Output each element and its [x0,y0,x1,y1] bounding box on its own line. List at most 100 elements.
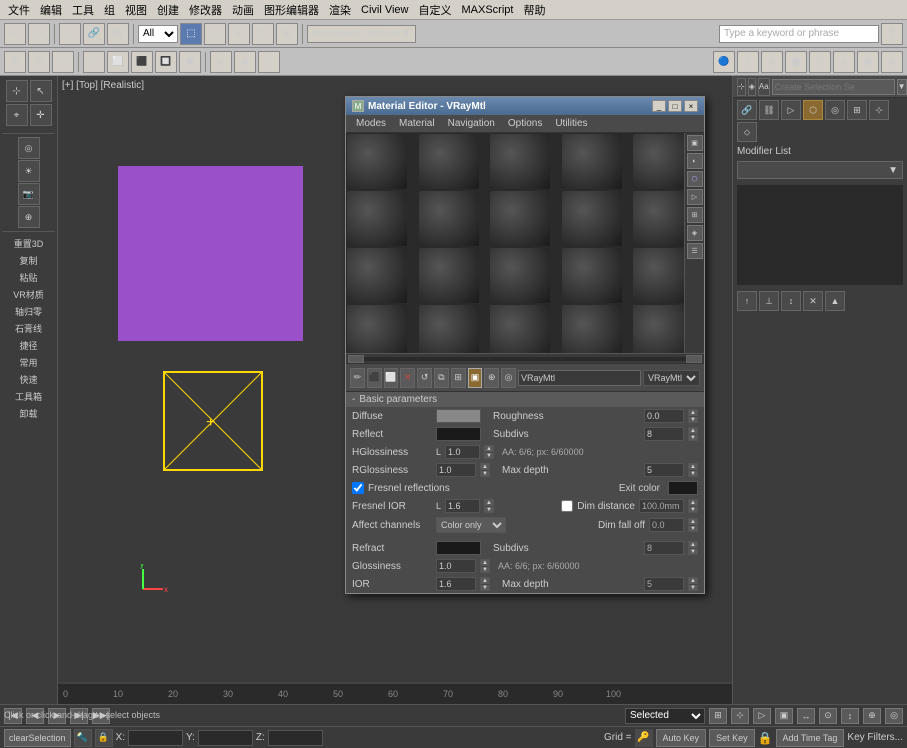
rp-pin[interactable]: ⊥ [759,291,779,311]
nav-btn7[interactable]: ↕ [841,708,859,724]
toolbar-btn-region[interactable]: ▭ [204,23,226,45]
sidebar-item-vr[interactable]: VR材质 [3,286,55,302]
tb2-btn8[interactable]: ⬟ [179,51,201,73]
menu-views[interactable]: 视图 [121,2,151,18]
mat-sphere-14[interactable] [562,248,622,303]
roughness-input[interactable] [644,409,684,423]
tb2-btn10[interactable]: ◈ [234,51,256,73]
menu-maxscript[interactable]: MAXScript [457,4,517,16]
max-depth-spinner[interactable]: ▲ ▼ [688,463,698,477]
nav-btn6[interactable]: ⊙ [819,708,837,724]
toolbar-help[interactable]: ? [881,23,903,45]
rp-configure[interactable]: ▲ [825,291,845,311]
rglossiness-spinner[interactable]: ▲ ▼ [480,463,490,477]
rp-move-up[interactable]: ↑ [737,291,757,311]
dt-btn-eyedrop[interactable]: ✏ [350,368,365,388]
x-input[interactable] [128,730,183,746]
tb2-btn2[interactable]: ◎ [28,51,50,73]
rp-btn-unlink[interactable]: ⛓ [759,100,779,120]
dialog-menu-modes[interactable]: Modes [350,116,392,132]
dt-btn-misc1[interactable]: ⊕ [484,368,499,388]
dim-distance-checkbox[interactable] [561,500,573,512]
sidebar-item-fast[interactable]: 快速 [3,371,55,387]
tb2-render-btn1[interactable]: 🔵 [713,51,735,73]
nav-btn2[interactable]: ⊹ [731,708,749,724]
exit-color-swatch[interactable] [668,481,698,495]
tb2-btn3[interactable]: ⬡ [52,51,74,73]
mat-sphere-19[interactable] [562,305,622,353]
rglossiness-input[interactable] [436,463,476,477]
glossiness2-input[interactable] [436,559,476,573]
mat-btn-env[interactable]: ⬡ [687,171,703,187]
mat-btn-more2[interactable]: ☰ [687,243,703,259]
max-depth-input[interactable] [644,463,684,477]
sidebar-item-shortcut[interactable]: 捷径 [3,337,55,353]
rp-btn-render[interactable]: ▷ [781,100,801,120]
mat-sphere-17[interactable] [419,305,479,353]
menu-group[interactable]: 组 [100,2,119,18]
mat-sphere-1[interactable] [347,134,407,189]
mat-sphere-13[interactable] [490,248,550,303]
tb2-btn6[interactable]: ⬛ [131,51,153,73]
rp-btn-select[interactable]: ◎ [825,100,845,120]
sidebar-btn-select[interactable]: ⊹ [6,80,28,102]
ior-spinner[interactable]: ▲ ▼ [480,577,490,591]
toolbar-btn-undo[interactable]: ↩ [4,23,26,45]
fresnel-ior-spinner[interactable]: ▲ ▼ [484,499,494,513]
rp-icon2[interactable]: ◈ [748,78,756,96]
nav-btn9[interactable]: ◎ [885,708,903,724]
dialog-close-btn[interactable]: × [684,100,698,112]
menu-edit[interactable]: 编辑 [36,2,66,18]
mat-sphere-8[interactable] [490,191,550,246]
y-input[interactable] [198,730,253,746]
tb2-render-btn3[interactable]: ⊙ [761,51,783,73]
max-depth2-input[interactable] [644,577,684,591]
ior-input[interactable] [436,577,476,591]
fresnel-ior-input[interactable] [445,499,480,513]
tb2-btn4[interactable]: ▷ [83,51,105,73]
toolbar-btn-rotate[interactable]: ↻ [252,23,274,45]
dialog-menu-options[interactable]: Options [502,116,548,132]
toolbar-btn-link[interactable]: 🔗 [83,23,105,45]
tb2-btn1[interactable]: ⊕ [4,51,26,73]
diffuse-swatch[interactable] [436,409,481,423]
menu-render[interactable]: 渲染 [325,2,355,18]
dialog-menu-utilities[interactable]: Utilities [549,116,593,132]
menu-file[interactable]: 文件 [4,2,34,18]
nav-btn4[interactable]: ▣ [775,708,793,724]
tb2-btn7[interactable]: 🔲 [155,51,177,73]
mat-sphere-12[interactable] [419,248,479,303]
rp-btn-grid[interactable]: ⊞ [847,100,867,120]
sidebar-btn-lights[interactable]: ☀ [18,160,40,182]
modifier-list-dropdown[interactable]: ▼ [737,161,903,179]
nav-btn1[interactable]: ⊞ [709,708,727,724]
tb2-render-btn5[interactable]: ⬡ [809,51,831,73]
selected-dropdown[interactable]: Selected [625,708,705,724]
toolbar-search[interactable]: Type a keyword or phrase [719,25,879,43]
mat-sphere-9[interactable] [562,191,622,246]
sidebar-item-axis[interactable]: 轴归零 [3,303,55,319]
rp-btn-snap[interactable]: ⊹ [869,100,889,120]
sidebar-item-toolbox[interactable]: 工具箱 [3,388,55,404]
sidebar-btn-shapes[interactable]: ◎ [18,137,40,159]
menu-civilview[interactable]: Civil View [357,4,412,16]
glossiness2-spinner[interactable]: ▲ ▼ [480,559,490,573]
toolbar-btn-scale[interactable]: ⊞ [276,23,298,45]
menu-help[interactable]: 帮助 [519,2,549,18]
toolbar-btn-select[interactable]: ⬚ [59,23,81,45]
dt-btn-putmat[interactable]: ⬛ [367,368,382,388]
toolbar-btn-select2[interactable]: ⬚ [180,23,202,45]
reflect-swatch[interactable] [436,427,481,441]
rp-btn-link[interactable]: 🔗 [737,100,757,120]
nav-btn8[interactable]: ⊕ [863,708,881,724]
mat-sphere-7[interactable] [419,191,479,246]
rp-icon3[interactable]: Aa [758,78,770,96]
menu-tools[interactable]: 工具 [68,2,98,18]
basic-params-header[interactable]: - Basic parameters [346,391,704,407]
dim-falloff-input[interactable] [649,518,684,532]
roughness-spinner[interactable]: ▲ ▼ [688,409,698,423]
affect-channels-select[interactable]: Color only [436,517,506,533]
mat-btn-more1[interactable]: ◈ [687,225,703,241]
dt-btn-paste[interactable]: ⊞ [451,368,466,388]
mat-sphere-2[interactable] [419,134,479,189]
